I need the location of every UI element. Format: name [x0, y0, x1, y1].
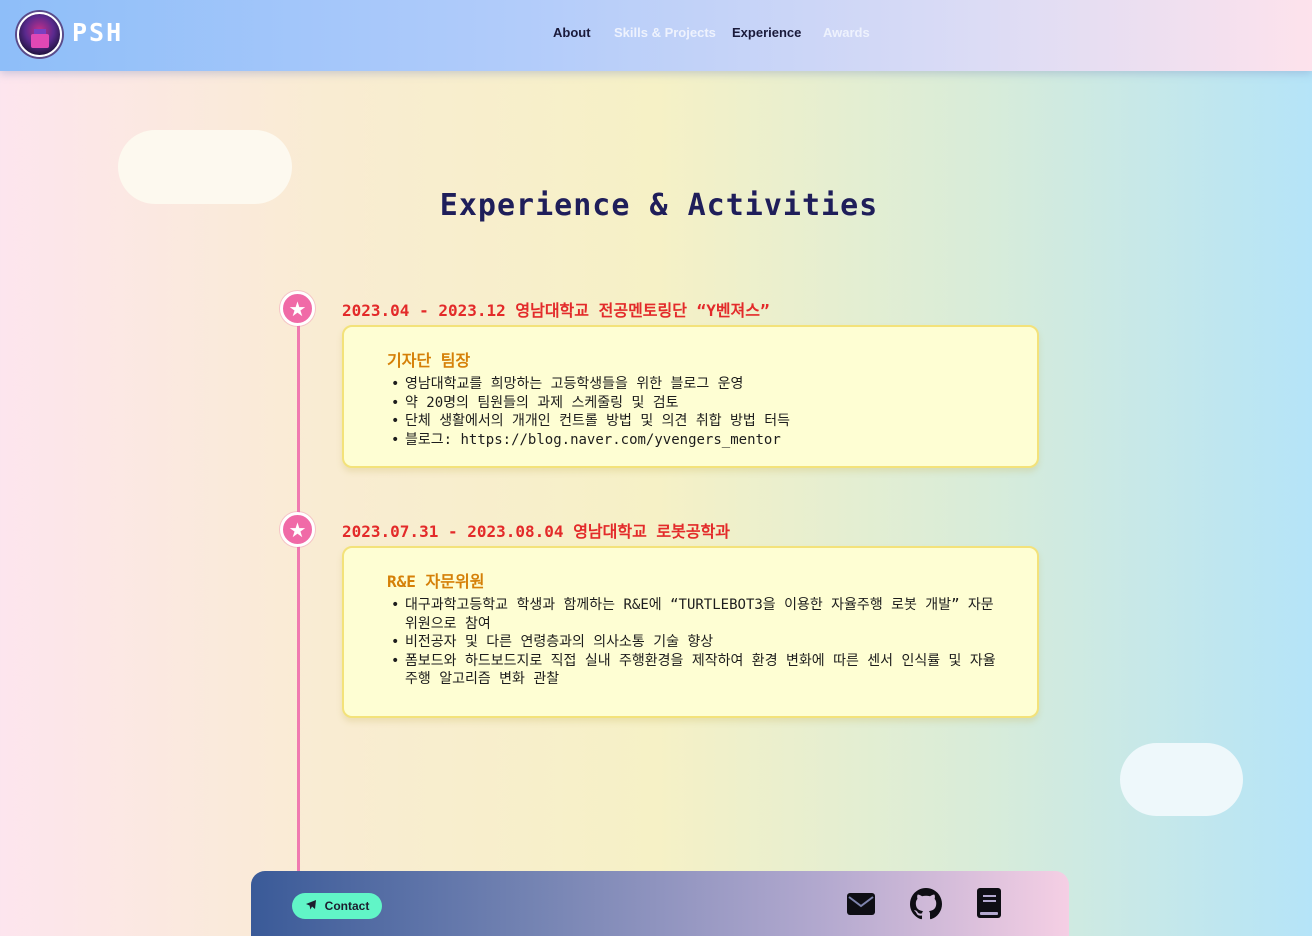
entry-title: 2023.07.31 - 2023.08.04 영남대학교 로봇공학과	[342, 522, 731, 541]
bullet-item: 폼보드와 하드보드지로 직접 실내 주행환경을 제작하여 환경 변화에 따른 센…	[389, 652, 999, 689]
page-title: Experience & Activities	[439, 188, 879, 223]
bullet-item: 약 20명의 팀원들의 과제 스케줄링 및 검토	[389, 394, 999, 413]
bullet-item: 단체 생활에서의 개개인 컨트롤 방법 및 의견 취합 방법 터득	[389, 412, 999, 431]
entry-bullets: 영남대학교를 희망하는 고등학생들을 위한 블로그 운영 약 20명의 팀원들의…	[389, 375, 999, 449]
bullet-item: 비전공자 및 다른 연령층과의 의사소통 기술 향상	[389, 633, 999, 652]
star-icon: ★	[280, 291, 315, 326]
main-nav: About Skills & Projects Experience Award…	[0, 25, 1312, 45]
cloud-decoration	[1120, 743, 1243, 816]
experience-card: 기자단 팀장 영남대학교를 희망하는 고등학생들을 위한 블로그 운영 약 20…	[342, 325, 1039, 468]
nav-about[interactable]: About	[553, 25, 591, 40]
site-footer: Contact	[251, 871, 1069, 936]
nav-skills-projects[interactable]: Skills & Projects	[614, 25, 716, 40]
bullet-item: 영남대학교를 희망하는 고등학생들을 위한 블로그 운영	[389, 375, 999, 394]
entry-bullets: 대구과학고등학교 학생과 함께하는 R&E에 “TURTLEBOT3을 이용한 …	[389, 596, 999, 689]
entry-role: R&E 자문위원	[387, 572, 485, 591]
bullet-item: 대구과학고등학교 학생과 함께하는 R&E에 “TURTLEBOT3을 이용한 …	[389, 596, 999, 633]
entry-title: 2023.04 - 2023.12 영남대학교 전공멘토링단 “Y벤져스”	[342, 301, 770, 320]
book-icon[interactable]	[977, 888, 1001, 922]
contact-label: Contact	[324, 899, 370, 913]
github-icon[interactable]	[910, 888, 942, 924]
bullet-item: 블로그: https://blog.naver.com/yvengers_men…	[389, 431, 999, 450]
contact-button[interactable]: Contact	[292, 893, 382, 919]
site-header: PSH About Skills & Projects Experience A…	[0, 0, 1312, 71]
experience-card: R&E 자문위원 대구과학고등학교 학생과 함께하는 R&E에 “TURTLEB…	[342, 546, 1039, 718]
entry-role: 기자단 팀장	[387, 351, 471, 370]
star-icon: ★	[280, 512, 315, 547]
nav-awards[interactable]: Awards	[823, 25, 870, 40]
paper-plane-icon	[305, 899, 317, 914]
envelope-icon[interactable]	[847, 893, 875, 919]
nav-experience[interactable]: Experience	[732, 25, 801, 40]
timeline-line	[297, 308, 300, 908]
